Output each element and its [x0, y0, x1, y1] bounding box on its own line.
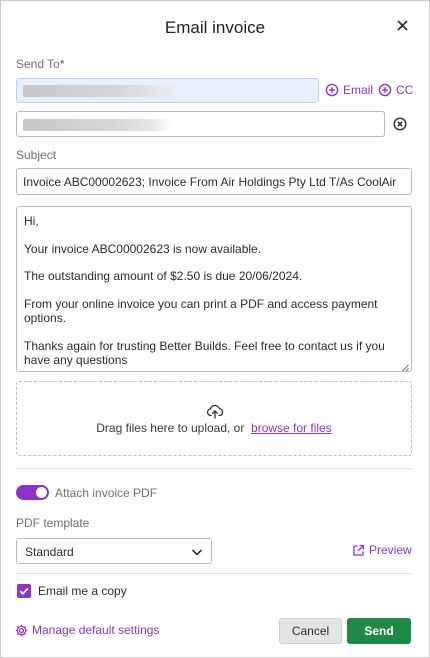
browse-files-link[interactable]: browse for files — [251, 421, 332, 435]
send-button[interactable]: Send — [347, 618, 411, 644]
redacted-email — [23, 119, 173, 131]
subject-label: Subject — [16, 148, 57, 162]
pdf-template-select[interactable]: Standard — [16, 538, 212, 564]
plus-circle-icon — [325, 83, 339, 97]
resize-handle-icon[interactable] — [401, 361, 409, 371]
pdf-template-label: PDF template — [16, 516, 90, 530]
toggle-knob — [36, 487, 47, 498]
upload-instructions: Drag files here to upload, or browse for… — [17, 421, 411, 435]
email-invoice-dialog: Email invoice Send To* Email CC Subject … — [0, 0, 430, 658]
preview-button[interactable]: Preview — [352, 543, 412, 557]
recipient-email-input-2[interactable] — [16, 111, 385, 137]
divider — [16, 468, 412, 469]
divider — [16, 573, 412, 574]
redacted-email — [23, 85, 180, 97]
upload-cloud-icon — [206, 403, 224, 419]
email-copy-label: Email me a copy — [38, 584, 127, 598]
send-to-label-text: Send To — [16, 57, 60, 71]
preview-label: Preview — [369, 543, 412, 557]
checkmark-icon — [19, 587, 29, 596]
subject-input[interactable]: Invoice ABC00002623; Invoice From Air Ho… — [16, 168, 412, 195]
required-mark: * — [59, 57, 65, 71]
chevron-down-icon — [191, 546, 203, 556]
plus-circle-icon — [378, 83, 392, 97]
add-cc-button[interactable]: CC — [378, 83, 413, 97]
manage-settings-label: Manage default settings — [32, 623, 160, 637]
upload-text: Drag files here to upload, or — [96, 421, 245, 435]
add-email-button[interactable]: Email — [325, 83, 373, 97]
attach-pdf-toggle[interactable] — [16, 485, 49, 500]
email-copy-checkbox[interactable] — [17, 584, 31, 598]
message-line: From your online invoice you can print a… — [24, 296, 378, 326]
message-textarea[interactable]: Hi, Your invoice ABC00002623 is now avai… — [16, 206, 412, 372]
add-cc-label: CC — [396, 83, 414, 97]
manage-default-settings-link[interactable]: Manage default settings — [15, 623, 159, 637]
recipient-email-input[interactable] — [16, 78, 319, 103]
pdf-template-value: Standard — [25, 545, 74, 559]
file-drop-zone[interactable]: Drag files here to upload, or browse for… — [16, 381, 412, 456]
gear-icon — [15, 624, 28, 636]
cancel-button[interactable]: Cancel — [279, 618, 342, 644]
attach-pdf-label: Attach invoice PDF — [55, 486, 158, 500]
external-link-icon — [353, 544, 365, 556]
dialog-title: Email invoice — [164, 18, 266, 37]
add-email-label: Email — [343, 83, 374, 97]
message-line: Thanks again for trusting Better Builds.… — [24, 338, 385, 368]
send-to-label: Send To* — [16, 57, 65, 71]
close-icon[interactable] — [395, 16, 411, 34]
message-line: Hi, — [24, 214, 39, 228]
message-line: Your invoice ABC00002623 is now availabl… — [24, 241, 262, 256]
remove-recipient-icon[interactable] — [392, 116, 408, 132]
message-line: The outstanding amount of $2.50 is due 2… — [24, 269, 303, 283]
